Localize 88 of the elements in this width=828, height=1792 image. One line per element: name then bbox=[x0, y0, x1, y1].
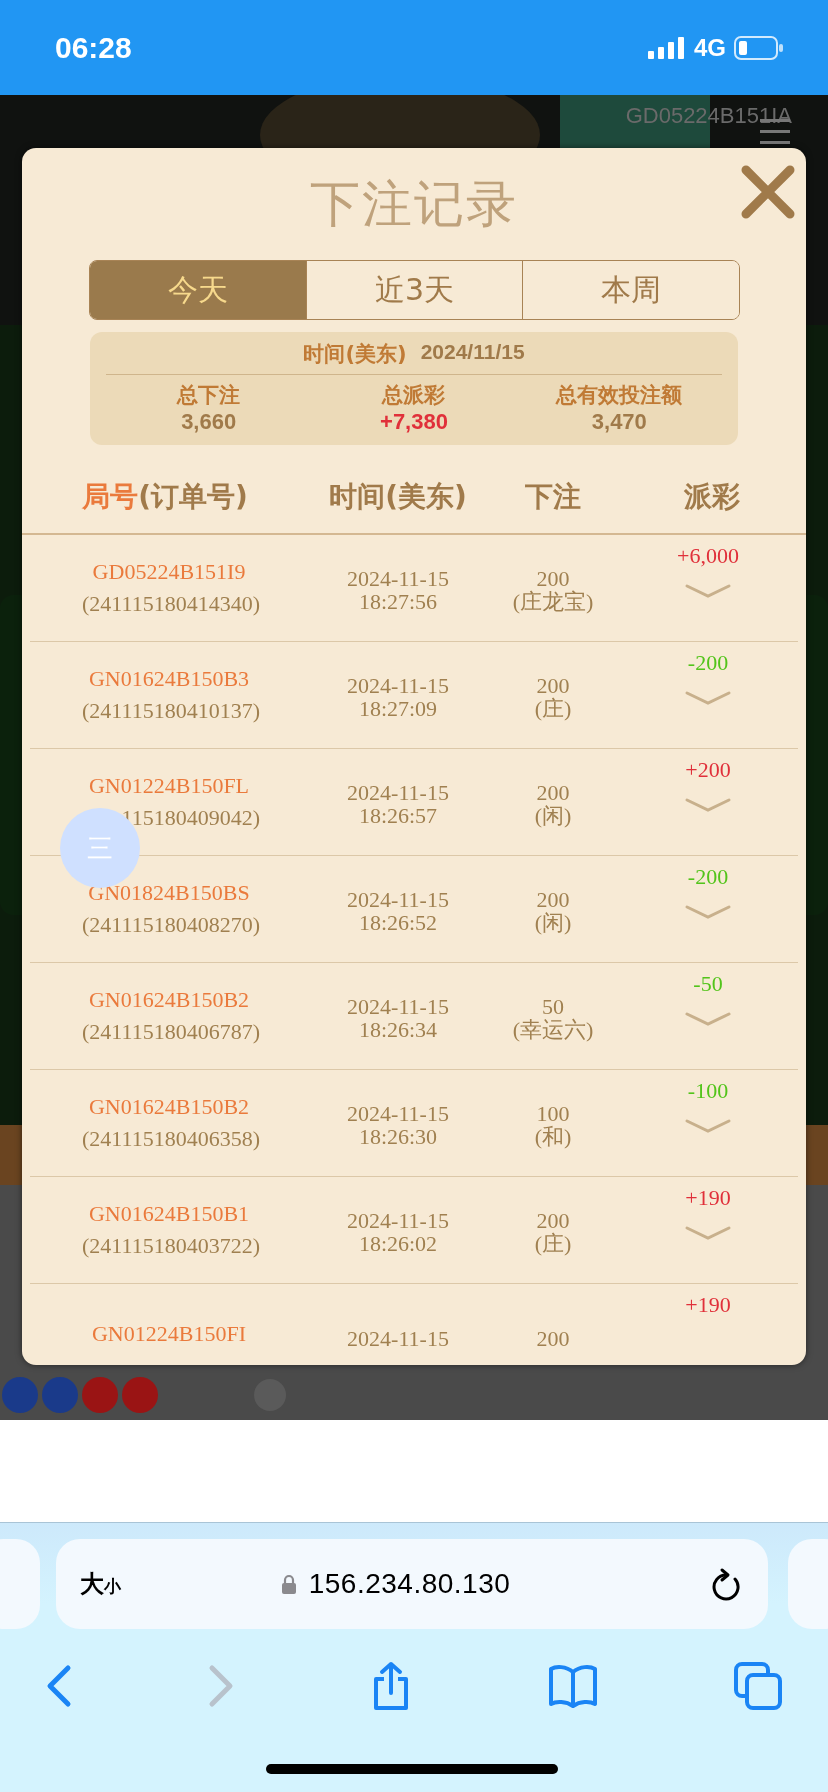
back-icon[interactable] bbox=[46, 1664, 72, 1708]
order-number: (241115180414340) bbox=[81, 591, 260, 617]
reload-icon[interactable] bbox=[710, 1567, 742, 1601]
payout-value: +6,000 bbox=[677, 543, 739, 569]
bet-type: (庄) bbox=[534, 1232, 572, 1256]
payout-value: -100 bbox=[687, 1078, 729, 1104]
stat-label: 总下注 bbox=[177, 382, 241, 409]
bet-amount: 50 bbox=[542, 994, 564, 1018]
stat-value: 3,470 bbox=[591, 409, 647, 435]
round-number: GN01224B150FL bbox=[88, 773, 250, 799]
stat-value: 3,660 bbox=[181, 409, 237, 435]
bet-date: 2024-11-15 bbox=[347, 994, 449, 1018]
bet-time: 18:26:34 bbox=[358, 1018, 438, 1042]
round-number: GD05224B151I9 bbox=[92, 559, 246, 585]
bet-date: 2024-11-15 bbox=[347, 673, 449, 697]
round-number: GN01624B150B1 bbox=[88, 1201, 250, 1227]
stat-label: 总派彩 bbox=[382, 382, 446, 409]
bet-type: (和) bbox=[534, 1125, 572, 1149]
round-number: GN01624B150B2 bbox=[88, 987, 250, 1013]
stat-label: 总有效投注额 bbox=[556, 382, 683, 409]
round-id: GD05224B151IA bbox=[625, 103, 792, 129]
forward-icon[interactable] bbox=[208, 1664, 234, 1708]
payout-value: -200 bbox=[687, 650, 729, 676]
bet-date: 2024-11-15 bbox=[347, 1327, 449, 1351]
payout-value: -200 bbox=[687, 864, 729, 890]
column-header: 时间(美东) bbox=[329, 479, 467, 515]
round-number: GN01624B150B2 bbox=[88, 1094, 250, 1120]
bet-type: (闲) bbox=[534, 804, 572, 828]
payout-value: +200 bbox=[685, 757, 731, 783]
bet-type: (闲) bbox=[534, 911, 572, 935]
chevron-down-icon[interactable] bbox=[684, 1225, 732, 1241]
column-header: 派彩 bbox=[684, 479, 740, 515]
bet-amount: 200 bbox=[536, 780, 570, 804]
bet-amount: 200 bbox=[536, 887, 570, 911]
period-tab[interactable]: 今天 bbox=[90, 261, 306, 319]
payout-value: +190 bbox=[685, 1292, 731, 1318]
round-number: GN01224B150FI bbox=[92, 1321, 246, 1347]
tabs-icon[interactable] bbox=[734, 1662, 782, 1710]
bet-date: 2024-11-15 bbox=[347, 566, 449, 590]
bet-time: 18:26:57 bbox=[358, 804, 438, 828]
order-number: (241115180410137) bbox=[81, 698, 260, 724]
signal-icon bbox=[648, 36, 686, 59]
bet-amount: 200 bbox=[536, 673, 570, 697]
bet-type: (幸运六) bbox=[512, 1018, 594, 1042]
bet-amount: 100 bbox=[536, 1101, 570, 1125]
text-size-button[interactable]: 大小 bbox=[80, 1568, 121, 1600]
chevron-down-icon[interactable] bbox=[684, 690, 732, 706]
network-label: 4G bbox=[694, 33, 726, 62]
status-time: 06:28 bbox=[55, 30, 132, 65]
bet-time: 18:26:52 bbox=[358, 911, 438, 935]
chevron-down-icon[interactable] bbox=[684, 583, 732, 599]
date-label: 时间(美东) bbox=[303, 341, 407, 368]
chevron-down-icon[interactable] bbox=[684, 797, 732, 813]
address-bar[interactable]: 大小 156.234.80.130 bbox=[56, 1539, 768, 1629]
battery-icon bbox=[734, 35, 784, 60]
chevron-down-icon[interactable] bbox=[684, 1118, 732, 1134]
order-number: (241115180406358) bbox=[81, 1126, 260, 1152]
payout-value: +190 bbox=[685, 1185, 731, 1211]
bet-time: 18:27:56 bbox=[358, 590, 438, 614]
close-icon[interactable] bbox=[740, 164, 796, 220]
bet-type: (庄) bbox=[534, 697, 572, 721]
bet-time: 18:26:02 bbox=[358, 1232, 438, 1256]
period-tab[interactable]: 本周 bbox=[522, 261, 739, 319]
order-number: (241115180406787) bbox=[81, 1019, 260, 1045]
bet-amount: 200 bbox=[536, 566, 570, 590]
dialog-title: 下注记录 bbox=[310, 173, 518, 235]
order-number: (241115180408270) bbox=[81, 912, 260, 938]
book-icon[interactable] bbox=[548, 1664, 598, 1708]
bet-date: 2024-11-15 bbox=[347, 887, 449, 911]
date-value: 2024/11/15 bbox=[420, 340, 525, 365]
bet-type: (庄龙宝) bbox=[512, 590, 594, 614]
round-number: GN01624B150B3 bbox=[88, 666, 250, 692]
column-header: 下注 bbox=[525, 479, 581, 515]
chevron-down-icon[interactable] bbox=[684, 904, 732, 920]
lock-icon bbox=[280, 1574, 297, 1594]
bet-amount: 200 bbox=[536, 1327, 570, 1351]
stat-value: +7,380 bbox=[380, 409, 448, 435]
payout-value: -50 bbox=[693, 971, 723, 997]
bet-time: 18:27:09 bbox=[358, 697, 438, 721]
order-number: (241115180403722) bbox=[81, 1233, 260, 1259]
chevron-down-icon[interactable] bbox=[684, 1011, 732, 1027]
bet-amount: 200 bbox=[536, 1208, 570, 1232]
column-header: 局号(订单号) bbox=[82, 479, 248, 515]
bet-date: 2024-11-15 bbox=[347, 780, 449, 804]
bet-date: 2024-11-15 bbox=[347, 1208, 449, 1232]
bet-date: 2024-11-15 bbox=[347, 1101, 449, 1125]
bet-time: 18:26:30 bbox=[358, 1125, 438, 1149]
url-text: 156.234.80.130 bbox=[308, 1568, 511, 1600]
